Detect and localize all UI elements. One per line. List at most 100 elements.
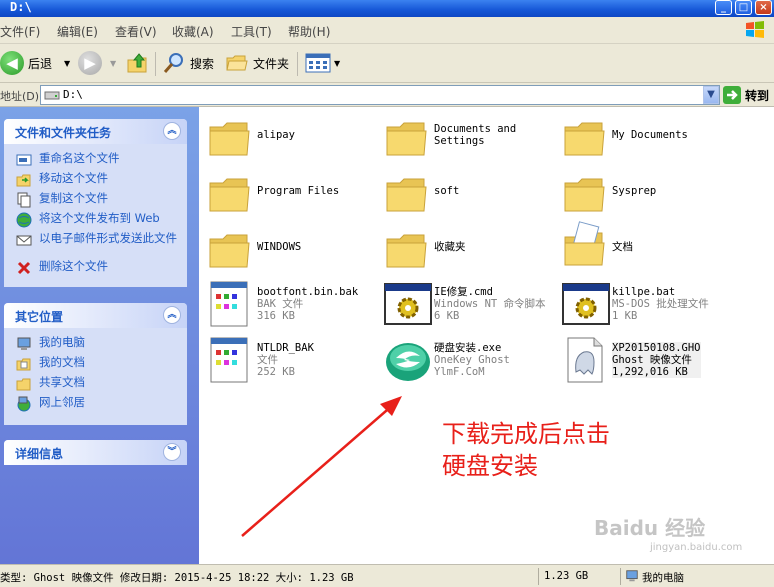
go-arrow-icon bbox=[723, 86, 741, 104]
move-icon bbox=[16, 174, 31, 187]
folder-icon bbox=[386, 122, 427, 156]
menu-favorites[interactable]: 收藏(A) bbox=[172, 23, 214, 40]
address-input[interactable]: D:\ bbox=[40, 85, 720, 105]
file-name-line2: Settings bbox=[434, 135, 485, 147]
task-email[interactable]: 以电子邮件形式发送此文件 bbox=[4, 232, 187, 260]
file-item[interactable]: killpe.bat MS-DOS 批处理文件 1 KB bbox=[562, 280, 737, 332]
task-move[interactable]: 移动这个文件 bbox=[4, 172, 187, 192]
other-places-title: 其它位置 bbox=[15, 310, 64, 324]
file-size: 1,292,016 KB bbox=[612, 366, 688, 378]
folder-item[interactable]: Program Files bbox=[207, 171, 382, 223]
place-my-computer[interactable]: 我的电脑 bbox=[4, 336, 187, 356]
task-label: 重命名这个文件 bbox=[39, 151, 120, 165]
forward-button[interactable]: ▶ ▼ bbox=[78, 50, 116, 76]
collapse-icon[interactable]: ︽ bbox=[163, 306, 181, 324]
status-size: 1.23 GB bbox=[544, 570, 589, 582]
place-shared-documents[interactable]: 共享文档 bbox=[4, 376, 187, 396]
file-company: YlmF.CoM bbox=[434, 366, 485, 378]
task-delete[interactable]: 删除这个文件 bbox=[4, 260, 187, 280]
file-item[interactable]: NTLDR_BAK 文件 252 KB bbox=[207, 336, 382, 388]
file-name: 硬盘安装.exe bbox=[434, 342, 502, 354]
back-dropdown-icon[interactable]: ▼ bbox=[64, 59, 70, 68]
documents-folder-icon bbox=[16, 358, 31, 371]
task-label: 以电子邮件形式发送此文件 bbox=[39, 231, 177, 245]
file-item[interactable]: XP20150108.GHO Ghost 映像文件 1,292,016 KB bbox=[562, 336, 737, 388]
file-name: Sysprep bbox=[612, 185, 657, 197]
watermark: Baidu 经验 bbox=[594, 516, 706, 540]
globe-icon bbox=[16, 212, 32, 228]
address-bar: 地址(D) D:\ ▼ 转到 bbox=[0, 83, 774, 107]
address-label: 地址(D) bbox=[0, 90, 40, 103]
menu-tools[interactable]: 工具(T) bbox=[231, 23, 272, 40]
file-name: NTLDR_BAK bbox=[257, 342, 314, 354]
forward-arrow-icon: ▶ bbox=[78, 51, 102, 75]
rename-icon bbox=[16, 154, 32, 166]
file-item-installer[interactable]: 硬盘安装.exe OneKey Ghost YlmF.CoM bbox=[384, 336, 559, 388]
expand-icon[interactable]: ︾ bbox=[163, 443, 181, 461]
collapse-icon[interactable]: ︽ bbox=[163, 122, 181, 140]
menu-file[interactable]: 文件(F) bbox=[0, 23, 40, 40]
folder-icon bbox=[564, 122, 605, 156]
task-pane: 文件和文件夹任务 ︽ 重命名这个文件 移动这个文件 复制这个文件 将这个文件发布… bbox=[0, 107, 199, 564]
file-name: IE修复.cmd bbox=[434, 286, 493, 298]
file-type: BAK 文件 bbox=[257, 298, 304, 310]
file-type: Windows NT 命令脚本 bbox=[434, 298, 546, 310]
folder-icon bbox=[209, 234, 250, 268]
file-item[interactable]: bootfont.bin.bak BAK 文件 316 KB bbox=[207, 280, 382, 332]
menu-view[interactable]: 查看(V) bbox=[115, 23, 157, 40]
place-label: 我的文档 bbox=[39, 355, 85, 369]
other-places-header[interactable]: 其它位置 ︽ bbox=[4, 303, 187, 328]
folder-item[interactable]: soft bbox=[384, 171, 559, 223]
address-dropdown-button[interactable]: ▼ bbox=[703, 86, 719, 104]
place-my-documents[interactable]: 我的文档 bbox=[4, 356, 187, 376]
file-size: 252 KB bbox=[257, 366, 295, 378]
address-value: D:\ bbox=[63, 88, 83, 101]
folder-item[interactable]: 文档 bbox=[562, 221, 737, 273]
back-label: 后退 bbox=[28, 56, 53, 71]
menu-edit[interactable]: 编辑(E) bbox=[57, 23, 98, 40]
place-label: 我的电脑 bbox=[39, 335, 85, 349]
folder-item[interactable]: Documents and Settings bbox=[384, 115, 559, 167]
documents-folder-icon bbox=[564, 221, 605, 266]
close-button[interactable]: × bbox=[755, 0, 772, 15]
folder-item[interactable]: WINDOWS bbox=[207, 227, 382, 279]
folder-icon bbox=[209, 178, 250, 212]
back-button[interactable]: ◀ 后退 ▼ bbox=[0, 50, 70, 76]
task-label: 将这个文件发布到 Web bbox=[39, 211, 160, 225]
folders-label: 文件夹 bbox=[253, 56, 290, 71]
forward-dropdown-icon: ▼ bbox=[110, 58, 117, 68]
folder-item[interactable]: 收藏夹 bbox=[384, 227, 559, 279]
place-network[interactable]: 网上邻居 bbox=[4, 396, 187, 416]
computer-icon bbox=[626, 570, 638, 582]
back-arrow-icon: ◀ bbox=[0, 51, 24, 75]
annotation-text: 下载完成后点击 硬盘安装 bbox=[442, 418, 610, 482]
task-copy[interactable]: 复制这个文件 bbox=[4, 192, 187, 212]
details-header[interactable]: 详细信息 ︾ bbox=[4, 440, 187, 465]
go-button[interactable]: 转到 bbox=[722, 85, 769, 105]
search-label: 搜索 bbox=[190, 56, 215, 71]
file-size: 316 KB bbox=[257, 310, 295, 322]
task-publish-web[interactable]: 将这个文件发布到 Web bbox=[4, 212, 187, 232]
status-info: 类型: Ghost 映像文件 修改日期: 2015-4-25 18:22 大小:… bbox=[0, 572, 354, 584]
file-tasks-panel: 文件和文件夹任务 ︽ 重命名这个文件 移动这个文件 复制这个文件 将这个文件发布… bbox=[4, 119, 187, 287]
place-label: 共享文档 bbox=[39, 375, 85, 389]
views-button[interactable]: ▼ bbox=[305, 50, 340, 76]
file-tasks-header[interactable]: 文件和文件夹任务 ︽ bbox=[4, 119, 187, 144]
file-name: alipay bbox=[257, 129, 295, 141]
file-name: 文档 bbox=[612, 241, 633, 253]
menu-help[interactable]: 帮助(H) bbox=[288, 23, 330, 40]
up-folder-button[interactable] bbox=[126, 50, 150, 76]
folders-button[interactable]: 文件夹 bbox=[225, 50, 289, 76]
title-bar: D:\ _ □ × bbox=[0, 0, 774, 17]
search-button[interactable]: 搜索 bbox=[162, 50, 214, 76]
task-rename[interactable]: 重命名这个文件 bbox=[4, 152, 187, 172]
minimize-button[interactable]: _ bbox=[715, 0, 732, 15]
windows-logo-icon bbox=[746, 21, 764, 38]
file-item[interactable]: IE修复.cmd Windows NT 命令脚本 6 KB bbox=[384, 280, 559, 332]
folder-item[interactable]: alipay bbox=[207, 115, 382, 167]
file-name: soft bbox=[434, 185, 460, 197]
maximize-button[interactable]: □ bbox=[735, 0, 752, 15]
folder-item[interactable]: My Documents bbox=[562, 115, 737, 167]
script-gear-icon bbox=[562, 283, 610, 325]
folder-item[interactable]: Sysprep bbox=[562, 171, 737, 223]
